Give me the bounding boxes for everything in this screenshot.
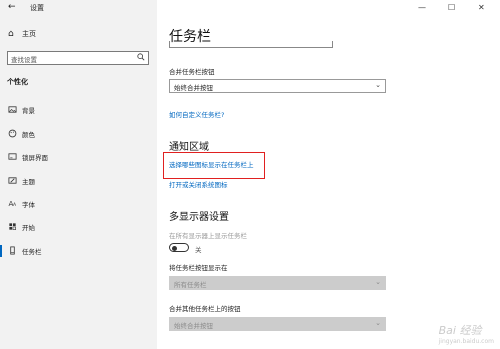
chevron-down-icon: ⌄ [375, 319, 381, 327]
sidebar-item-label: 主题 [22, 178, 35, 186]
image-icon [8, 106, 17, 113]
system-icons-link[interactable]: 打开或关闭系统图标 [169, 179, 228, 189]
svg-text:A: A [13, 202, 17, 208]
search-placeholder: 查找设置 [11, 56, 37, 64]
sidebar-item-fonts[interactable]: AA 字体 [0, 198, 157, 210]
sidebar-item-label: 锁屏界面 [22, 154, 48, 162]
search-icon[interactable] [137, 53, 145, 61]
main-content: — ☐ ✕ 任务栏 合并任务栏按钮 始终合并按钮 ⌄ 如何自定义任务栏? 通知区… [157, 0, 500, 349]
customize-taskbar-link[interactable]: 如何自定义任务栏? [169, 109, 224, 119]
home-icon: ⌂ [8, 29, 14, 39]
sidebar-item-background[interactable]: 背景 [0, 104, 157, 116]
combine-other-label: 合并其他任务栏上的按钮 [169, 305, 241, 313]
toggle-state-label: 关 [195, 246, 202, 254]
palette-icon [8, 129, 17, 138]
start-icon [9, 223, 16, 230]
watermark-sub: jingyan.baidu.com [438, 338, 494, 345]
settings-window: ← 设置 ⌂ 主页 查找设置 个性化 背景 颜色 锁屏界面 主题 A A 字体 … [0, 0, 500, 349]
multi-display-heading: 多显示器设置 [169, 212, 229, 223]
show-all-displays-toggle[interactable] [169, 243, 189, 252]
section-title: 个性化 [7, 78, 28, 86]
show-buttons-label: 将任务栏按钮显示在 [169, 264, 228, 272]
brush-icon [8, 177, 17, 184]
chevron-down-icon: ⌄ [375, 81, 381, 89]
combine-buttons-label: 合并任务栏按钮 [169, 68, 215, 76]
home-label: 主页 [22, 30, 36, 38]
taskbar-icon [10, 246, 15, 255]
notification-area-heading: 通知区域 [169, 142, 209, 153]
sidebar-item-label: 颜色 [22, 131, 35, 139]
back-arrow-icon[interactable]: ← [8, 2, 16, 12]
dropdown-value: 所有任务栏 [174, 281, 207, 289]
maximize-icon[interactable]: ☐ [448, 3, 455, 12]
sidebar: ← 设置 ⌂ 主页 查找设置 个性化 背景 颜色 锁屏界面 主题 A A 字体 … [0, 0, 157, 349]
sidebar-item-lock-screen[interactable]: 锁屏界面 [0, 151, 157, 163]
combine-buttons-dropdown[interactable]: 始终合并按钮 ⌄ [169, 79, 386, 93]
toggle-knob [172, 245, 177, 251]
dropdown-value: 始终合并按钮 [174, 322, 213, 330]
previous-dropdown-edge [169, 41, 333, 48]
dropdown-value: 始终合并按钮 [174, 84, 213, 92]
show-all-displays-label: 在所有显示器上显示任务栏 [169, 232, 247, 240]
sidebar-item-home[interactable]: ⌂ 主页 [8, 28, 36, 40]
sidebar-item-colors[interactable]: 颜色 [0, 128, 157, 140]
sidebar-item-taskbar[interactable]: 任务栏 [0, 245, 157, 257]
minimize-icon[interactable]: — [418, 3, 426, 12]
sidebar-item-themes[interactable]: 主题 [0, 175, 157, 187]
close-icon[interactable]: ✕ [478, 3, 485, 12]
sidebar-item-start[interactable]: 开始 [0, 221, 157, 233]
watermark-text: Bai 经验 [438, 324, 482, 337]
show-buttons-dropdown[interactable]: 所有任务栏 ⌄ [169, 276, 386, 290]
sidebar-item-label: 背景 [22, 107, 35, 115]
active-indicator [0, 245, 2, 257]
font-icon: AA [8, 199, 17, 208]
lock-screen-icon [8, 153, 17, 160]
combine-other-dropdown[interactable]: 始终合并按钮 ⌄ [169, 317, 386, 331]
sidebar-item-label: 开始 [22, 224, 35, 232]
sidebar-item-label: 字体 [22, 201, 35, 209]
select-icons-link[interactable]: 选择哪些图标显示在任务栏上 [169, 159, 254, 169]
chevron-down-icon: ⌄ [375, 278, 381, 286]
watermark: Bai 经验 jingyan.baidu.com [439, 322, 494, 345]
app-title: 设置 [30, 4, 44, 12]
sidebar-item-label: 任务栏 [22, 248, 42, 256]
search-input[interactable]: 查找设置 [7, 51, 149, 65]
